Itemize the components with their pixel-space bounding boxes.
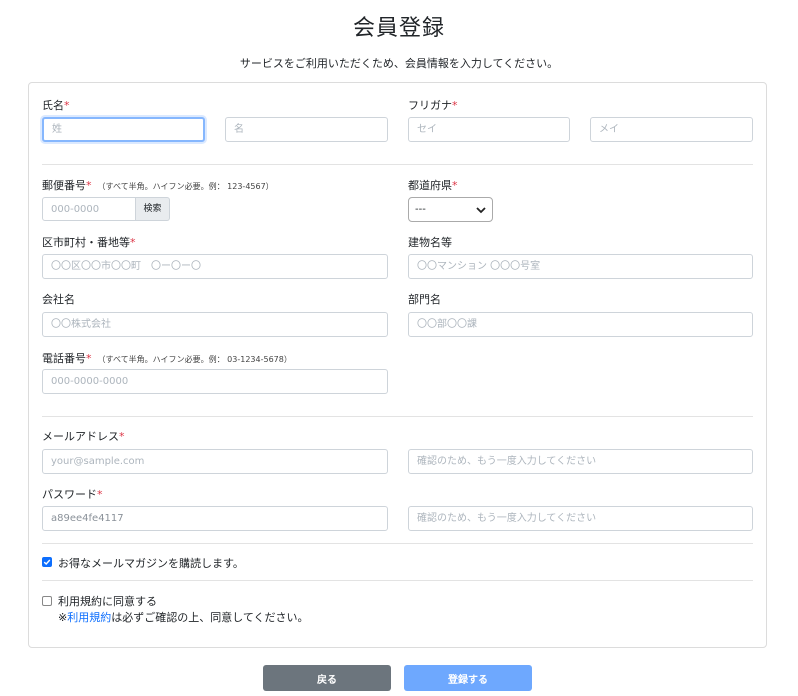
last-name-kana-input[interactable] (408, 117, 570, 142)
company-input[interactable] (42, 312, 388, 337)
submit-button[interactable]: 登録する (404, 665, 532, 691)
divider (42, 580, 753, 581)
postal-code-input[interactable] (42, 197, 136, 221)
building-input[interactable] (408, 254, 753, 279)
newsletter-checkbox[interactable] (42, 557, 52, 567)
password-label: パスワード* (42, 488, 103, 501)
terms-note: ※利用規約は必ずご確認の上、同意してください。 (58, 611, 309, 624)
address-input[interactable] (42, 254, 388, 279)
page-title: 会員登録 (352, 16, 445, 41)
postal-label: 郵便番号* （すべて半角。ハイフン必要。例： 123-4567） (42, 179, 274, 192)
divider (42, 416, 753, 417)
phone-input[interactable] (42, 369, 388, 394)
chevron-down-icon (476, 206, 486, 213)
company-label: 会社名 (42, 293, 75, 306)
email-label: メールアドレス* (42, 430, 125, 443)
email-input[interactable] (42, 449, 388, 474)
prefecture-select[interactable]: --- (408, 197, 493, 222)
building-label: 建物名等 (408, 236, 452, 249)
name-label: 氏名* (42, 99, 70, 112)
password-confirm-input[interactable] (408, 506, 753, 531)
department-input[interactable] (408, 312, 753, 337)
newsletter-label: お得なメールマガジンを購読します。 (58, 557, 244, 570)
phone-label: 電話番号* （すべて半角。ハイフン必要。例： 03-1234-5678） (42, 352, 292, 365)
divider (42, 543, 753, 544)
address-label: 区市町村・番地等* (42, 236, 136, 249)
first-name-input[interactable] (225, 117, 388, 142)
email-confirm-input[interactable] (408, 449, 753, 474)
terms-label: 利用規約に同意する (58, 595, 157, 608)
postal-search-button[interactable]: 検索 (136, 197, 170, 221)
page-subtitle: サービスをご利用いただくため、会員情報を入力してください。 (239, 57, 559, 70)
prefecture-label: 都道府県* (408, 179, 458, 192)
password-input[interactable] (42, 506, 388, 531)
back-button[interactable]: 戻る (263, 665, 391, 691)
kana-label: フリガナ* (408, 99, 458, 112)
last-name-input[interactable] (42, 117, 205, 142)
prefecture-selected-value: --- (415, 204, 426, 215)
terms-checkbox[interactable] (42, 596, 52, 606)
department-label: 部門名 (408, 293, 441, 306)
terms-link[interactable]: 利用規約 (67, 611, 111, 624)
checkmark-icon (43, 559, 51, 565)
first-name-kana-input[interactable] (590, 117, 753, 142)
divider (42, 164, 753, 165)
